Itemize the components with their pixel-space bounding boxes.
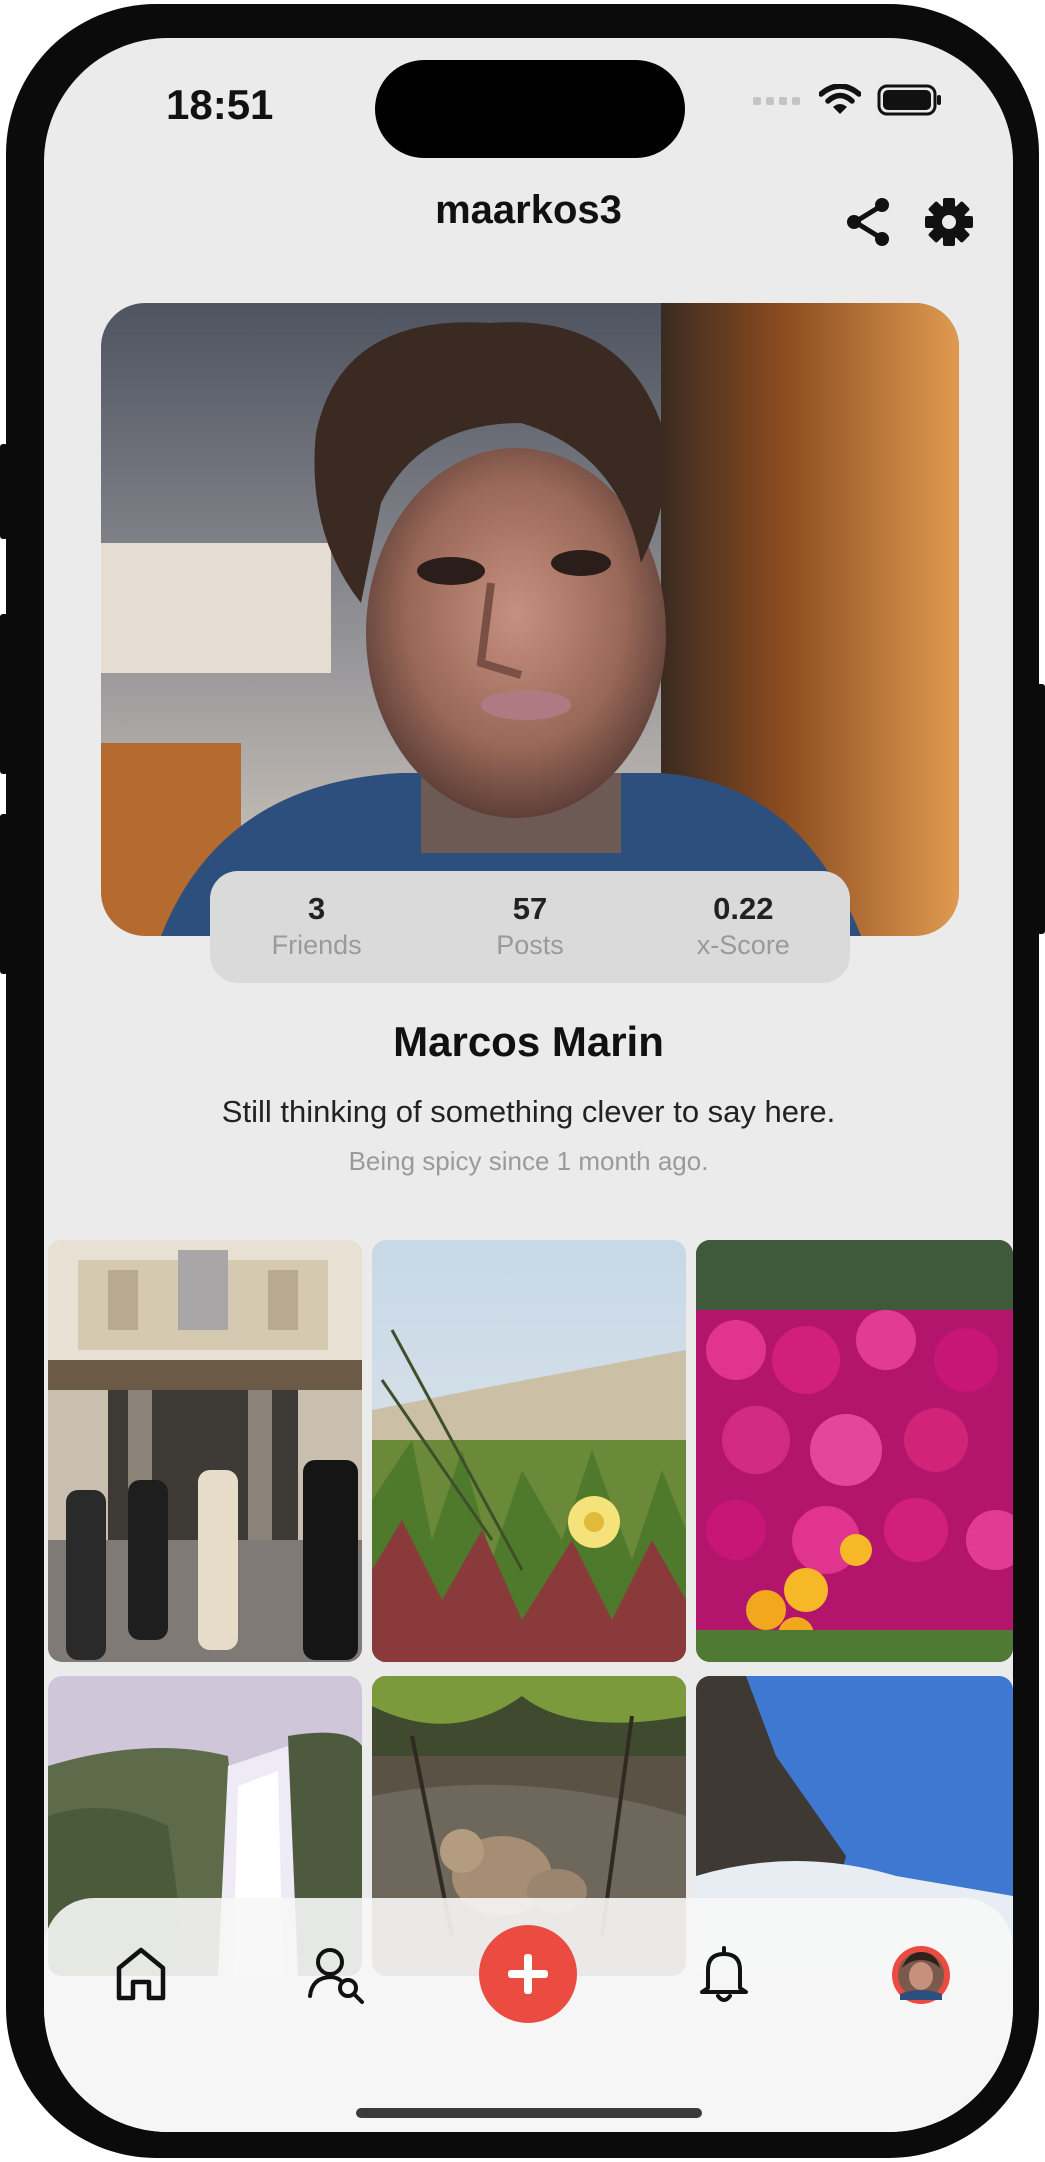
app-screen: 18:51 maarkos3 3 Friends 57 Posts 0.22 x… [44, 38, 1013, 2132]
stat-friends-value: 3 [308, 891, 326, 926]
share-icon [847, 198, 889, 246]
gallery-photo [48, 1240, 362, 1662]
tab-home[interactable] [111, 1944, 171, 2004]
status-icons [753, 84, 943, 116]
tab-notifications[interactable] [694, 1944, 754, 2004]
stat-posts-value: 57 [512, 891, 548, 926]
bottom-tab-bar [44, 1898, 1013, 2132]
stat-xscore[interactable]: 0.22 x-Score [637, 871, 850, 983]
stat-friends[interactable]: 3 Friends [210, 871, 423, 983]
settings-button[interactable] [921, 194, 977, 250]
volume-down-button [0, 814, 8, 974]
home-icon [116, 1947, 166, 2001]
flower-photo [372, 1240, 686, 1662]
phone-frame: 18:51 maarkos3 3 Friends 57 Posts 0.22 x… [0, 4, 1045, 2158]
volume-up-button [0, 614, 8, 774]
member-since: Being spicy since 1 month ago. [348, 1146, 709, 1176]
post-thumbnail[interactable] [696, 1240, 1013, 1662]
plus-icon [479, 1925, 577, 2023]
share-button[interactable] [841, 194, 897, 250]
stat-friends-label: Friends [271, 930, 362, 960]
home-indicator [356, 2108, 702, 2118]
stat-xscore-value: 0.22 [713, 891, 774, 926]
pink-flowers-photo [696, 1240, 1013, 1662]
profile-avatar [892, 1946, 950, 2004]
gear-icon [925, 198, 973, 246]
bell-icon [700, 1946, 748, 2002]
dynamic-island [375, 60, 685, 158]
post-thumbnail[interactable] [48, 1240, 362, 1662]
profile-photo[interactable] [101, 303, 959, 936]
profile-bio: Still thinking of something clever to sa… [221, 1094, 836, 1129]
tab-search-users[interactable] [306, 1944, 366, 2004]
power-button [1037, 684, 1045, 934]
mute-switch [0, 444, 8, 539]
stat-xscore-label: x-Score [696, 930, 790, 960]
profile-name: Marcos Marin [393, 1018, 664, 1065]
user-search-icon [308, 1948, 364, 2004]
wifi-icon [819, 84, 861, 114]
status-time: 18:51 [166, 81, 274, 128]
cellular-signal-icon [753, 97, 800, 105]
create-post-button[interactable] [478, 1924, 578, 2024]
post-thumbnail[interactable] [372, 1240, 686, 1662]
battery-icon [877, 84, 941, 116]
stats-card: 3 Friends 57 Posts 0.22 x-Score [210, 871, 850, 983]
profile-portrait-image [101, 303, 959, 936]
tab-profile[interactable] [890, 1944, 952, 2006]
stat-posts-label: Posts [496, 930, 564, 960]
stat-posts[interactable]: 57 Posts [423, 871, 636, 983]
